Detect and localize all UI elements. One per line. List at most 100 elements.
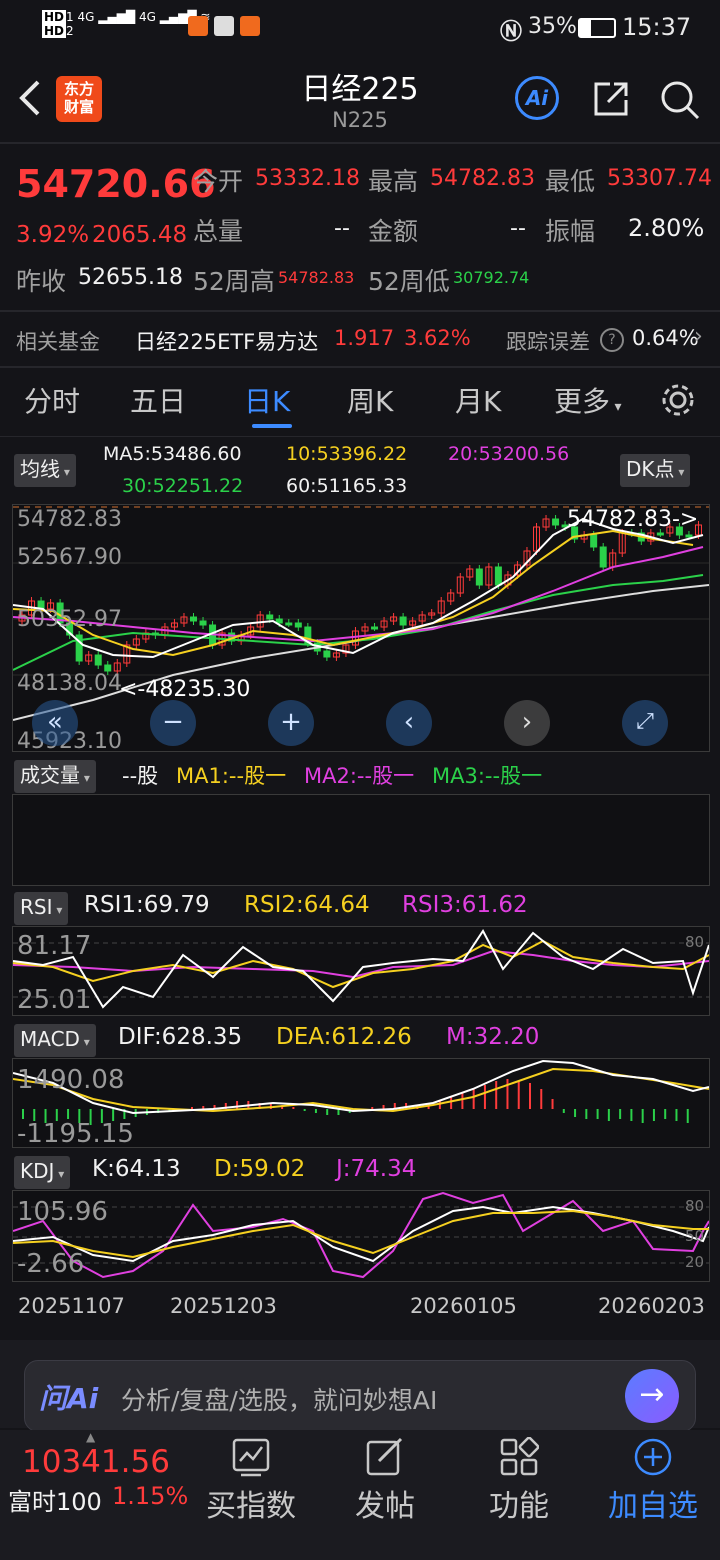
kdj-y-bottom: -2.66 [17, 1249, 85, 1279]
low-label: 最低 [545, 167, 596, 196]
ma60-line [12, 584, 710, 721]
candle [494, 566, 502, 586]
candle [590, 534, 598, 548]
open-value: 53332.18 [255, 166, 360, 191]
kdj-chart: 105.96 -2.66 80 50 20 [12, 1190, 710, 1282]
kdj-dropdown[interactable]: KDJ [14, 1156, 71, 1189]
ftse-name: 富时100 [8, 1488, 102, 1516]
fullscreen-button[interactable]: ⤢ [622, 700, 668, 746]
related-fund-row[interactable]: 相关基金 日经225ETF易方达 1.917 3.62% 跟踪误差 ? 0.64… [0, 312, 720, 366]
ma60-value: 60:51165.33 [286, 475, 408, 497]
candle [285, 622, 293, 626]
y-label-2: 52567.90 [17, 545, 122, 570]
add-circle-icon [634, 1438, 672, 1476]
tracking-error-value: 0.64% [632, 326, 699, 350]
date-label: 20251107 [18, 1294, 125, 1318]
rsi-chart: 81.17 25.01 80 [12, 926, 710, 1016]
ask-ai-bar[interactable]: 问Ai 分析/复盘/选股，就问妙想AI → [24, 1360, 696, 1432]
settings-button[interactable] [660, 382, 696, 422]
rsi-y-top: 81.17 [17, 931, 92, 961]
date-label: 20260203 [598, 1294, 705, 1318]
step-right-button[interactable]: › [504, 700, 550, 746]
tab-five-day[interactable]: 五日 [130, 380, 186, 420]
battery-icon [578, 18, 616, 38]
ma-dropdown[interactable]: 均线 [14, 454, 76, 487]
macd-dropdown[interactable]: MACD [14, 1024, 96, 1057]
help-icon[interactable]: ? [600, 328, 624, 352]
search-button[interactable] [658, 78, 702, 126]
volume-ma2: MA2:--股一 [304, 764, 415, 788]
low-value: 53307.74 [607, 166, 712, 191]
send-arrow-button[interactable]: → [625, 1369, 679, 1423]
candle [190, 616, 197, 622]
dk-point-button[interactable]: DK点 [620, 454, 691, 487]
volume-chart [12, 794, 710, 886]
signal-icons: HD 1 4G ▂▄▆█ 4G ▂▄▆█ ≋ HD 2 [42, 10, 211, 38]
volume-dropdown[interactable]: 成交量 [14, 760, 96, 793]
candle [199, 620, 207, 626]
tab-weekly-k[interactable]: 周K [347, 380, 393, 420]
kdj-y-top: 105.96 [17, 1197, 108, 1227]
macd-m: M:32.20 [446, 1024, 540, 1050]
prev-close-label: 昨收 [16, 267, 67, 296]
ftse-value: 10341.56 [22, 1444, 170, 1480]
chevron-right-icon: › [694, 324, 703, 349]
back-button[interactable] [14, 76, 54, 124]
rsi-dropdown[interactable]: RSI [14, 892, 69, 925]
gear-icon [662, 384, 694, 416]
zoom-in-button[interactable]: + [268, 700, 314, 746]
nav-post[interactable]: 发帖 [320, 1435, 450, 1525]
y-label-1: 54782.83 [17, 507, 122, 532]
kdj-r80: 80 [685, 1197, 705, 1215]
ma5-value: MA5:53486.60 [103, 443, 242, 465]
kdj-svg [12, 1191, 710, 1279]
ma20-value: 20:53200.56 [448, 443, 570, 465]
ai-button[interactable]: Ai [515, 76, 559, 120]
clock: 15:37 [622, 13, 692, 41]
y-label-3: 50352.97 [17, 607, 122, 632]
tabs-divider [0, 436, 720, 437]
fund-pct: 3.62% [404, 326, 471, 350]
rsi-right-label: 80 [685, 933, 705, 951]
candle [399, 616, 407, 626]
min-price-tag: <-48235.30 [119, 677, 251, 702]
tab-intraday[interactable]: 分时 [24, 380, 80, 420]
volume-ma1: MA1:--股一 [176, 764, 287, 788]
back-arrow-icon [19, 80, 40, 116]
macd-y-top: 1490.08 [17, 1065, 125, 1095]
scroll-left-far-button[interactable]: « [32, 700, 78, 746]
app-logo: 东方 财富 [56, 76, 102, 122]
grid-icon [500, 1437, 539, 1476]
tab-monthly-k[interactable]: 月K [455, 380, 501, 420]
share-button[interactable] [590, 78, 632, 124]
rsi3-line [12, 949, 710, 979]
prev-close-value: 52655.18 [78, 265, 183, 290]
caret-down-icon: ▾ [610, 399, 622, 415]
tab-more[interactable]: 更多 ▾ [554, 380, 622, 420]
ftse-index-widget[interactable]: ▲ 10341.56 富时100 1.15% [0, 1430, 190, 1530]
search-icon [661, 81, 700, 120]
open-label: 今开 [193, 167, 244, 196]
nav-add-watchlist[interactable]: 加自选 [588, 1435, 718, 1525]
candle [685, 534, 693, 538]
date-axis: 20251107 20251203 20260105 20260203 [12, 1282, 708, 1338]
amplitude-label: 振幅 [545, 217, 596, 246]
nav-buy-index[interactable]: 买指数 [186, 1435, 316, 1525]
volume-unit: --股 [122, 764, 159, 788]
zoom-out-button[interactable]: − [150, 700, 196, 746]
related-fund-label: 相关基金 [16, 330, 100, 354]
chart-icon [232, 1438, 270, 1477]
tab-active-indicator [252, 424, 292, 428]
status-bar: HD 1 4G ▂▄▆█ 4G ▂▄▆█ ≋ HD 2 Ⓝ 35% 15:37 [0, 0, 720, 56]
kdj-r20: 20 [685, 1253, 705, 1271]
tab-daily-k[interactable]: 日K [244, 380, 290, 420]
fund-divider [0, 366, 720, 368]
nav-features[interactable]: 功能 [454, 1435, 584, 1525]
candle [656, 532, 664, 536]
high-value: 54782.83 [430, 166, 535, 191]
candle [294, 622, 302, 628]
kline-chart[interactable]: 54782.83 52567.90 50352.97 48138.04 4592… [12, 504, 710, 754]
macd-dea: DEA:612.26 [276, 1024, 412, 1050]
date-label: 20251203 [170, 1294, 277, 1318]
step-left-button[interactable]: ‹ [386, 700, 432, 746]
